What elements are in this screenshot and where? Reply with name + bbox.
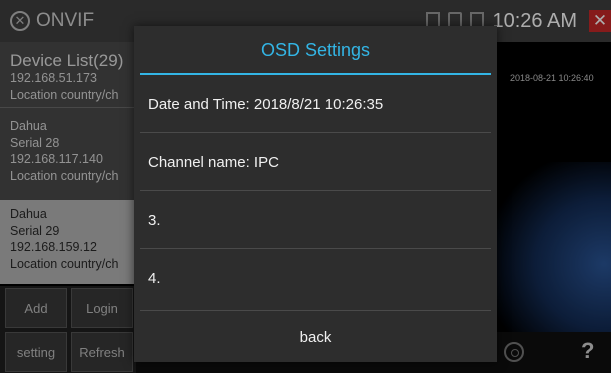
row-divider (140, 310, 491, 311)
osd-row-date-time[interactable]: Date and Time: 2018/8/21 10:26:35 (134, 75, 497, 133)
osd-row-channel-name[interactable]: Channel name: IPC (134, 133, 497, 191)
back-button[interactable]: back (134, 312, 497, 362)
osd-settings-dialog: OSD Settings Date and Time: 2018/8/21 10… (134, 26, 497, 362)
osd-row-3[interactable]: 3. (134, 191, 497, 249)
osd-row-4[interactable]: 4. (134, 249, 497, 307)
dialog-title: OSD Settings (260, 39, 371, 60)
